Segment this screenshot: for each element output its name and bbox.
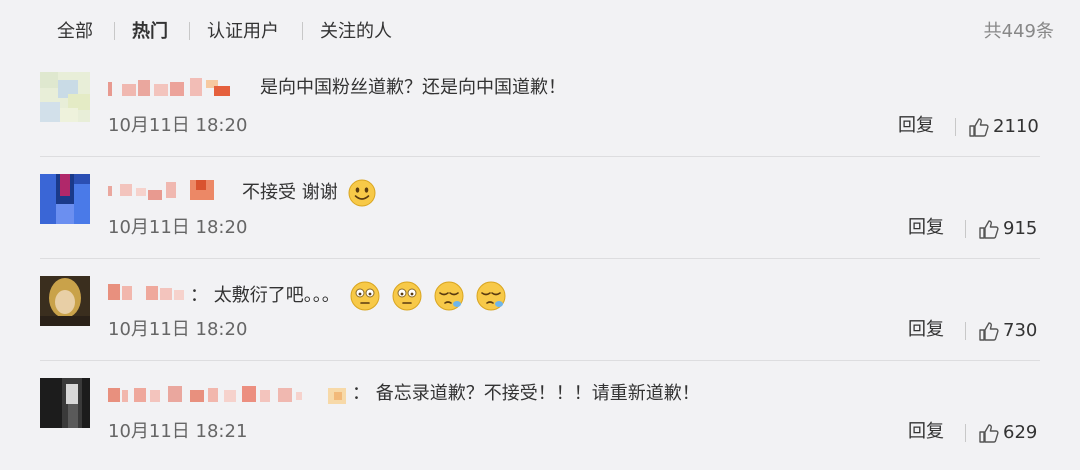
like-count: 730 (1003, 320, 1038, 341)
tab-verified-users[interactable]: 认证用户 (207, 20, 279, 44)
comment-time: 10月11日 18:20 (108, 115, 248, 136)
avatar[interactable] (40, 174, 90, 224)
tab-hot[interactable]: 热门 (132, 20, 168, 44)
like-button[interactable]: 915 (978, 216, 1037, 242)
tab-separator (114, 22, 115, 40)
username-pixelated[interactable] (108, 382, 358, 406)
like-button[interactable]: 629 (978, 420, 1037, 446)
dizzy-emoji (350, 281, 380, 311)
avatar[interactable] (40, 378, 90, 428)
comment-text: ： 太敷衍了吧。。。 (190, 280, 507, 312)
divider (40, 156, 1040, 157)
tab-separator (189, 22, 190, 40)
comment-text: 是向中国粉丝道歉？还是向中国道歉！ (260, 77, 566, 98)
avatar[interactable] (40, 276, 90, 326)
thumbs-up-icon (979, 424, 999, 443)
total-count: 共449条 (983, 21, 1054, 42)
divider (40, 360, 1040, 361)
divider (40, 258, 1040, 259)
comment-time: 10月11日 18:20 (108, 217, 248, 238)
action-separator (965, 424, 966, 442)
like-button[interactable]: 730 (978, 318, 1037, 344)
reply-button[interactable]: 回复 (898, 114, 934, 138)
dizzy-emoji (392, 281, 422, 311)
username-pixelated[interactable] (108, 280, 188, 304)
comment-text: 不接受 谢谢 (242, 178, 377, 208)
filter-tabs: 全部 热门 认证用户 关注的人 共449条 (0, 0, 1080, 62)
action-separator (955, 118, 956, 136)
username-pixelated[interactable] (108, 178, 218, 202)
reply-button[interactable]: 回复 (908, 216, 944, 240)
comment-text: ： 备忘录道歉？不接受！！！请重新道歉！ (352, 383, 700, 404)
comment-time: 10月11日 18:21 (108, 421, 248, 442)
thumbs-up-icon (979, 322, 999, 341)
comment-time: 10月11日 18:20 (108, 319, 248, 340)
smile-emoji (348, 179, 376, 207)
comment-item: 是向中国粉丝道歉？还是向中国道歉！ 10月11日 18:20 回复 2110 (0, 62, 1080, 164)
tab-all[interactable]: 全部 (57, 20, 93, 44)
comment-item: 不接受 谢谢 10月11日 18:20 回复 915 (0, 164, 1080, 266)
like-count: 2110 (993, 116, 1039, 137)
thumbs-up-icon (979, 220, 999, 239)
comment-item: ： 太敷衍了吧。。。 10月11日 18:20 回复 730 (0, 266, 1080, 368)
sleepy-emoji (434, 281, 464, 311)
like-button[interactable]: 2110 (968, 114, 1039, 140)
thumbs-up-icon (969, 118, 989, 137)
tab-separator (302, 22, 303, 40)
username-pixelated[interactable] (108, 76, 233, 100)
tab-following[interactable]: 关注的人 (320, 20, 392, 44)
action-separator (965, 220, 966, 238)
like-count: 629 (1003, 422, 1038, 443)
avatar[interactable] (40, 72, 90, 122)
like-count: 915 (1003, 218, 1038, 239)
reply-button[interactable]: 回复 (908, 420, 944, 444)
action-separator (965, 322, 966, 340)
sleepy-emoji (476, 281, 506, 311)
reply-button[interactable]: 回复 (908, 318, 944, 342)
